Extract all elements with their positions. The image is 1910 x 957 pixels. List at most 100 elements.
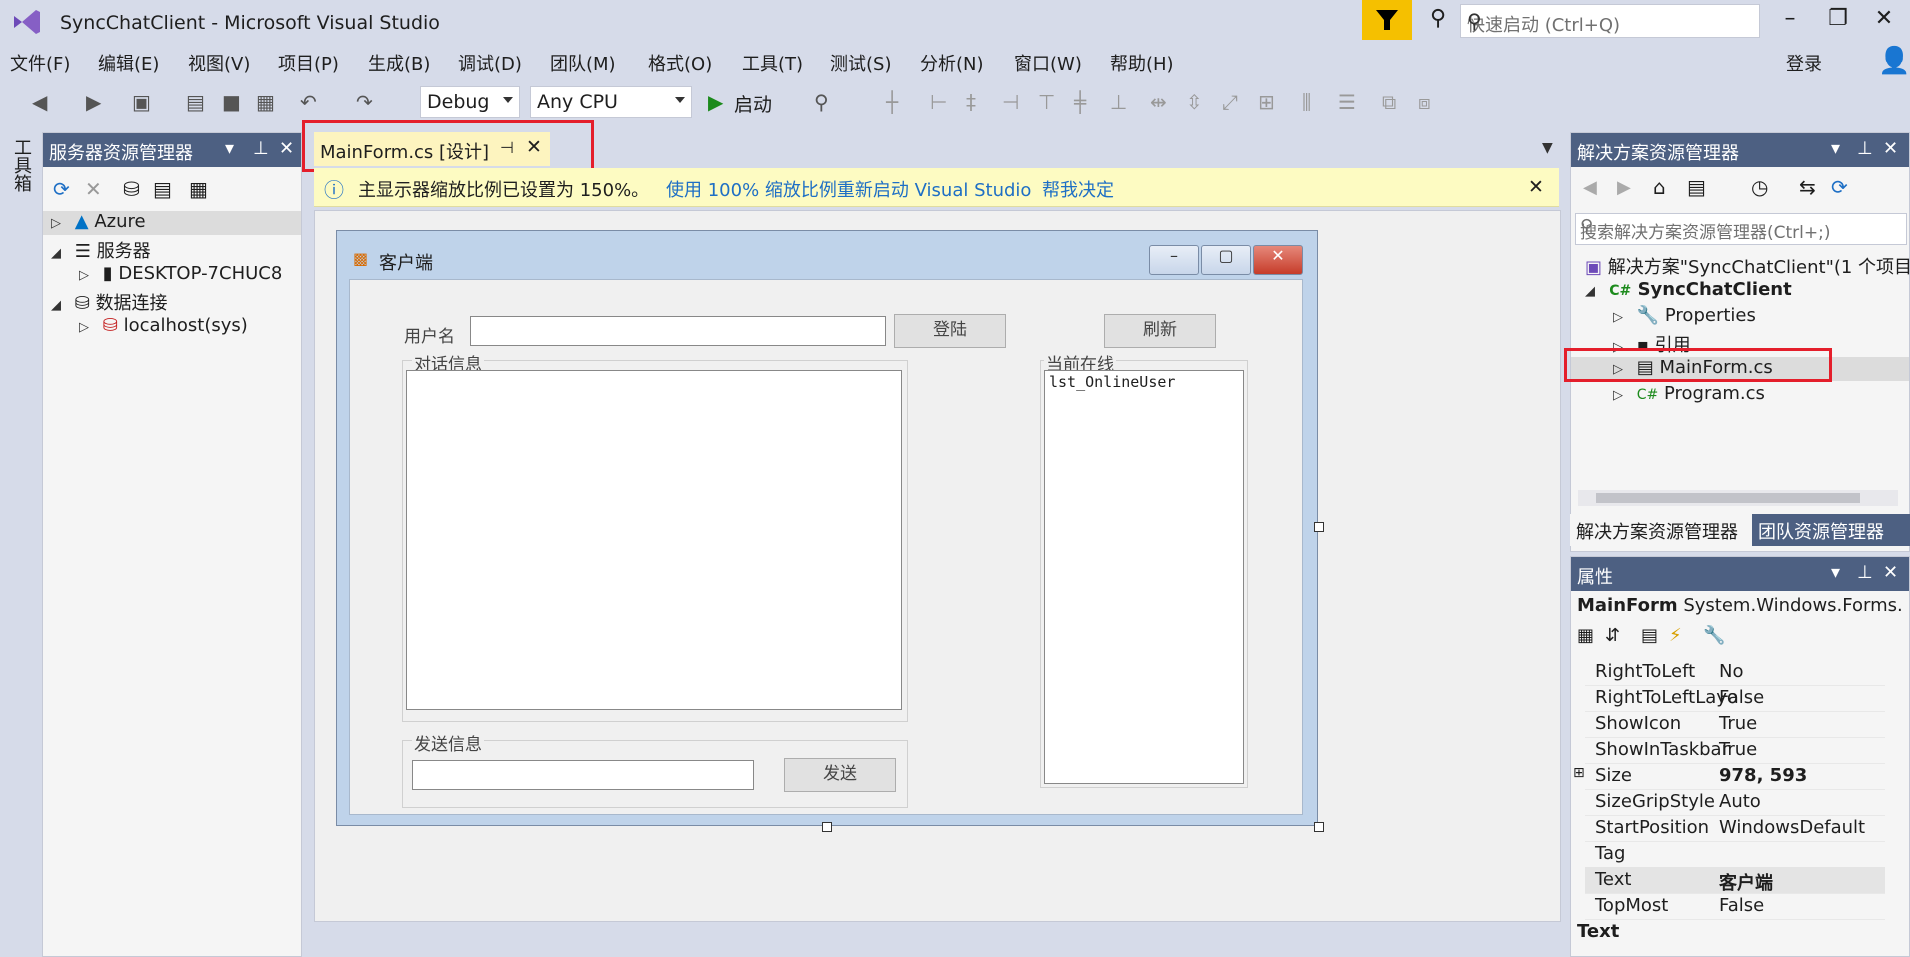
prop-row[interactable]: StartPosition WindowsDefault (1585, 815, 1885, 842)
menu-view[interactable]: 视图(V) (188, 50, 250, 76)
prop-row[interactable]: RightToLeft No (1585, 659, 1885, 686)
collapse-icon[interactable]: ◢ (51, 246, 69, 261)
close-icon[interactable]: ✕ (279, 138, 294, 159)
properties-icon[interactable]: ▤ (1641, 625, 1658, 646)
tree-item-azure[interactable]: ▷ ▲ Azure (43, 211, 301, 235)
pin-icon[interactable]: ⊥ (1857, 138, 1873, 159)
online-user-list[interactable]: lst_OnlineUser (1044, 370, 1244, 784)
expand-icon[interactable]: ▷ (79, 268, 97, 283)
winform-preview[interactable]: ▩ 客户端 – ▢ ✕ 用户名 登陆 刷新 对话信息 当前在线 lst_Onli… (336, 230, 1318, 826)
bring-front-icon[interactable]: ⧉ (1382, 90, 1396, 114)
azure-services-icon[interactable]: ▦ (189, 177, 208, 201)
close-button[interactable]: ✕ (1864, 6, 1904, 31)
align-icon[interactable]: ┼ (886, 90, 898, 114)
start-play-icon[interactable]: ▶ (708, 90, 723, 114)
align-left-icon[interactable]: ⊢ (930, 90, 947, 114)
prop-row[interactable]: SizeGripStyle Auto (1585, 789, 1885, 816)
switch-views-icon[interactable]: ▤ (1687, 175, 1706, 199)
feedback-icon[interactable]: ⚲ (1418, 6, 1458, 31)
forward-icon[interactable]: ▶ (86, 90, 101, 114)
send-button[interactable]: 发送 (784, 758, 896, 792)
pin-icon[interactable]: ⊥ (1857, 562, 1873, 583)
prop-row[interactable]: ShowInTaskbar True (1585, 737, 1885, 764)
close-icon[interactable]: ✕ (1883, 562, 1898, 583)
dropdown-icon[interactable]: ▾ (1831, 562, 1840, 583)
restart-100-link[interactable]: 使用 100% 缩放比例重新启动 Visual Studio (666, 176, 1031, 202)
expand-icon[interactable]: ▷ (51, 216, 69, 231)
menu-test[interactable]: 测试(S) (830, 50, 891, 76)
sync-icon[interactable]: ⇆ (1799, 175, 1816, 199)
prop-row-text[interactable]: Text 客户端 (1585, 867, 1885, 894)
tree-item-servers[interactable]: ◢ ☰ 服务器 (51, 237, 151, 263)
back-icon[interactable]: ◀ (1583, 177, 1597, 198)
same-height-icon[interactable]: ⇳ (1186, 90, 1203, 114)
dropdown-icon[interactable]: ▾ (1831, 138, 1840, 159)
menu-window[interactable]: 窗口(W) (1014, 50, 1082, 76)
connect-server-icon[interactable]: ▤ (153, 177, 172, 201)
home-icon[interactable]: ⌂ (1653, 175, 1666, 199)
tree-item-project[interactable]: ◢ C# SyncChatClient (1585, 279, 1792, 300)
open-file-icon[interactable]: ▤ (186, 90, 205, 114)
avatar-icon[interactable]: 👤 (1878, 46, 1910, 76)
login-link[interactable]: 登录 (1786, 50, 1822, 76)
username-input[interactable] (470, 316, 886, 346)
categorized-icon[interactable]: ▦ (1577, 625, 1594, 646)
grid-icon[interactable]: ⊞ (1258, 90, 1275, 114)
align-right-icon[interactable]: ⊣ (1002, 90, 1019, 114)
restore-button[interactable]: ❐ (1818, 6, 1858, 31)
resize-handle-corner[interactable] (1314, 822, 1324, 832)
tree-item-localhost[interactable]: ▷ ⛁ localhost(sys) (79, 315, 248, 336)
expand-plus-icon[interactable]: ⊞ (1573, 765, 1585, 781)
login-button[interactable]: 登陆 (894, 314, 1006, 348)
menu-team[interactable]: 团队(M) (550, 50, 616, 76)
tab-overflow-icon[interactable]: ▼ (1542, 140, 1553, 156)
expand-icon[interactable]: ▷ (1613, 388, 1631, 403)
prop-row[interactable]: RightToLeftLayo False (1585, 685, 1885, 712)
tab-team-explorer[interactable]: 团队资源管理器 (1752, 514, 1910, 546)
tree-item-data-connections[interactable]: ◢ ⛁ 数据连接 (51, 289, 168, 315)
prop-row[interactable]: TopMost False (1585, 893, 1885, 920)
menu-help[interactable]: 帮助(H) (1110, 50, 1174, 76)
toolbox-strip[interactable]: 工具箱 (0, 128, 38, 957)
menu-format[interactable]: 格式(O) (648, 50, 712, 76)
pending-changes-icon[interactable]: ◷ (1751, 175, 1768, 199)
vspacing-icon[interactable]: ☰ (1338, 90, 1356, 114)
config-select[interactable]: Debug (420, 86, 520, 118)
tab-solution-explorer[interactable]: 解决方案资源管理器 (1570, 514, 1750, 546)
dialog-textbox[interactable] (406, 370, 902, 710)
same-size-icon[interactable]: ⤢ (1222, 90, 1238, 114)
prop-row[interactable]: Tag (1585, 841, 1885, 868)
tree-item-solution[interactable]: ▣ 解决方案"SyncChatClient"(1 个项目 (1585, 253, 1910, 279)
align-center-icon[interactable]: ‡ (966, 90, 976, 114)
menu-project[interactable]: 项目(P) (278, 50, 339, 76)
connect-db-icon[interactable]: ⛁ (123, 177, 140, 201)
undo-icon[interactable]: ↶ (300, 90, 317, 114)
same-width-icon[interactable]: ⇹ (1150, 90, 1167, 114)
form-close-button[interactable]: ✕ (1253, 245, 1303, 275)
pin-icon[interactable]: ⊥ (253, 138, 269, 159)
collapse-icon[interactable]: ◢ (51, 298, 69, 313)
object-selector[interactable]: MainForm System.Windows.Forms. (1577, 595, 1903, 616)
help-decide-link[interactable]: 帮我决定 (1042, 176, 1114, 202)
alphabetical-icon[interactable]: ⇵ (1605, 625, 1620, 646)
tree-item-program[interactable]: ▷ C# Program.cs (1613, 383, 1765, 404)
minimize-button[interactable]: – (1770, 6, 1810, 31)
redo-icon[interactable]: ↷ (356, 90, 373, 114)
refresh-icon[interactable]: ⟳ (1831, 175, 1848, 199)
new-project-icon[interactable]: ▣ (132, 90, 151, 114)
menu-analyze[interactable]: 分析(N) (920, 50, 984, 76)
menu-debug[interactable]: 调试(D) (458, 50, 522, 76)
refresh-button[interactable]: 刷新 (1104, 314, 1216, 348)
prop-row[interactable]: ShowIcon True (1585, 711, 1885, 738)
close-icon[interactable]: ✕ (1883, 138, 1898, 159)
hspacing-icon[interactable]: ⫼ (1302, 90, 1311, 114)
menu-file[interactable]: 文件(F) (10, 50, 70, 76)
form-maximize-button[interactable]: ▢ (1201, 245, 1251, 275)
dropdown-icon[interactable]: ▾ (225, 138, 234, 159)
save-icon[interactable]: ■ (222, 90, 241, 114)
form-minimize-button[interactable]: – (1149, 245, 1199, 275)
solution-search-input[interactable]: 搜索解决方案资源管理器(Ctrl+;) ⚲ (1575, 213, 1907, 245)
prop-row-size[interactable]: ⊞ Size 978, 593 (1573, 763, 1885, 790)
stop-icon[interactable]: ✕ (85, 177, 102, 201)
send-input[interactable] (412, 760, 754, 790)
